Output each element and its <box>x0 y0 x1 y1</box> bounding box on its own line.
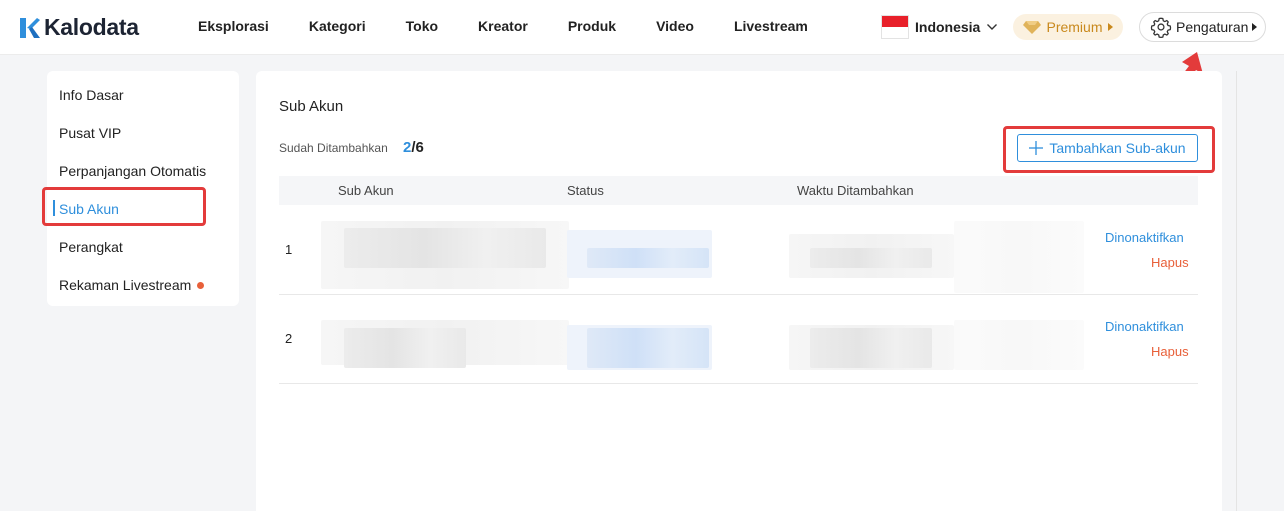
sidebar-item-info-dasar[interactable]: Info Dasar <box>59 87 124 103</box>
logo[interactable]: Kalodata <box>20 14 139 41</box>
blurred-time <box>810 248 932 268</box>
settings-label: Pengaturan <box>1176 19 1249 35</box>
caret-right-icon <box>1252 23 1258 31</box>
blurred-status <box>587 248 709 268</box>
delete-link[interactable]: Hapus <box>1151 255 1189 270</box>
table-row: 2 Dinonaktifkan Hapus <box>279 295 1198 384</box>
diamond-icon <box>1023 21 1042 34</box>
deactivate-link[interactable]: Dinonaktifkan <box>1105 230 1184 245</box>
caret-right-icon <box>1107 23 1113 31</box>
blurred-account-name <box>344 328 466 368</box>
sidebar-item-label: Rekaman Livestream <box>59 277 192 293</box>
column-sub-akun: Sub Akun <box>338 183 394 198</box>
sub-account-count: 2/6 <box>403 139 424 156</box>
column-status: Status <box>567 183 604 198</box>
delete-link[interactable]: Hapus <box>1151 344 1189 359</box>
sidebar-item-rekaman-livestream[interactable]: Rekaman Livestream <box>59 277 205 293</box>
chevron-down-icon <box>987 24 998 30</box>
premium-label: Premium <box>1046 19 1103 35</box>
highlight-box-sub-akun <box>42 187 206 226</box>
table-header: Sub Akun Status Waktu Ditambahkan <box>279 176 1198 205</box>
premium-button[interactable]: Premium <box>1013 14 1123 40</box>
sidebar-item-perangkat[interactable]: Perangkat <box>59 239 123 255</box>
nav-produk[interactable]: Produk <box>568 18 616 34</box>
table-row: 1 Dinonaktifkan Hapus <box>279 206 1198 295</box>
column-waktu: Waktu Ditambahkan <box>797 183 914 198</box>
deactivate-link[interactable]: Dinonaktifkan <box>1105 319 1184 334</box>
row-number: 1 <box>285 242 293 257</box>
count-label: Sudah Ditambahkan <box>279 141 388 155</box>
sidebar-item-perpanjangan-otomatis[interactable]: Perpanjangan Otomatis <box>59 163 206 179</box>
highlight-box-add-button <box>1003 126 1215 173</box>
brand-name: Kalodata <box>44 14 139 40</box>
nav-kategori[interactable]: Kategori <box>309 18 366 34</box>
blurred-time <box>810 328 932 368</box>
nav-eksplorasi[interactable]: Eksplorasi <box>198 18 269 34</box>
indonesia-flag-icon <box>881 15 909 39</box>
sub-account-panel: Sub Akun Sudah Ditambahkan 2/6 Tambahkan… <box>256 71 1222 511</box>
settings-button[interactable]: Pengaturan <box>1139 12 1266 42</box>
nav-kreator[interactable]: Kreator <box>478 18 528 34</box>
blurred-extra <box>954 320 1084 370</box>
main-nav: Eksplorasi Kategori Toko Kreator Produk … <box>198 18 808 34</box>
notification-dot <box>197 281 205 289</box>
nav-livestream[interactable]: Livestream <box>734 18 808 34</box>
kalodata-logo-icon <box>20 17 40 38</box>
top-header: Kalodata Eksplorasi Kategori Toko Kreato… <box>0 0 1284 55</box>
blurred-account-name <box>344 228 546 268</box>
row-number: 2 <box>285 331 293 346</box>
country-name: Indonesia <box>915 19 981 35</box>
country-selector[interactable]: Indonesia <box>881 15 998 39</box>
nav-video[interactable]: Video <box>656 18 694 34</box>
nav-toko[interactable]: Toko <box>406 18 438 34</box>
page-title: Sub Akun <box>279 98 344 115</box>
blurred-status <box>587 328 709 368</box>
gear-icon <box>1150 17 1172 38</box>
blurred-extra <box>954 221 1084 293</box>
count-total: /6 <box>411 139 424 156</box>
sidebar-item-pusat-vip[interactable]: Pusat VIP <box>59 125 121 141</box>
scroll-track <box>1236 71 1237 511</box>
